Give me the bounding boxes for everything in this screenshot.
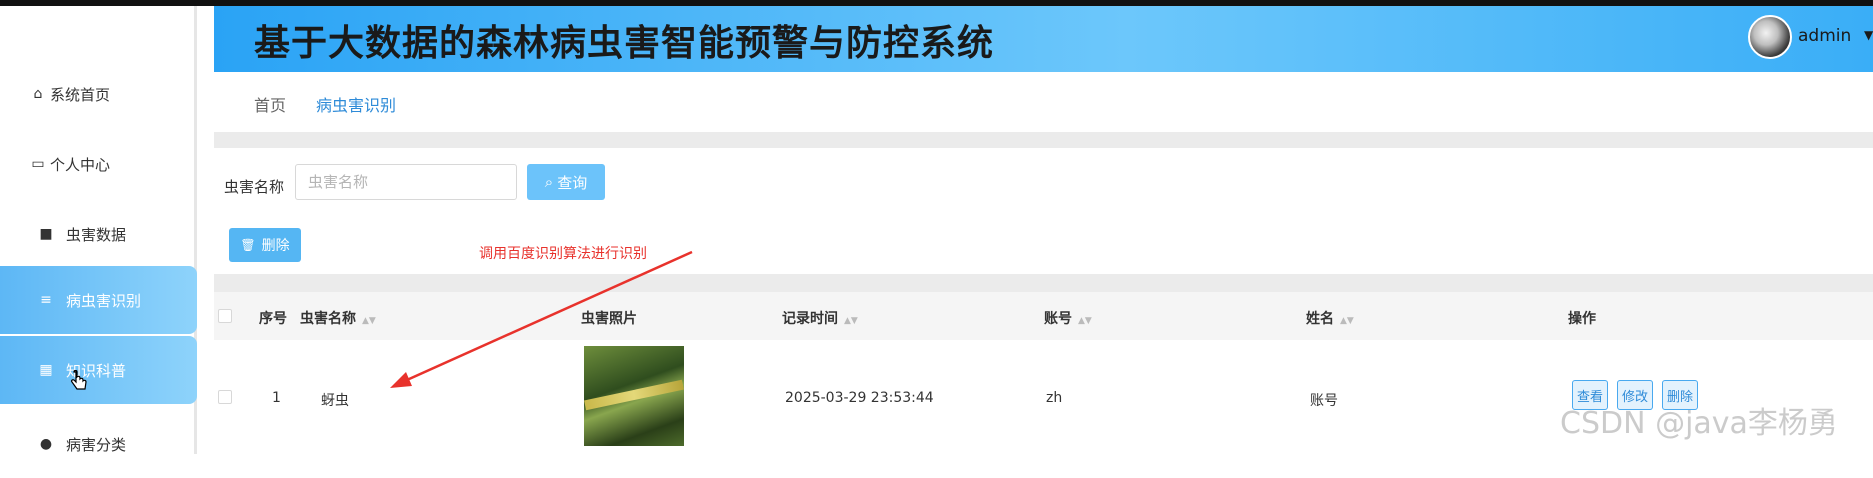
- sidebar-item-label: 病害分类: [66, 435, 127, 454]
- avatar[interactable]: [1748, 15, 1792, 59]
- cell-account: zh: [1046, 390, 1063, 406]
- search-button[interactable]: ⌕ 查询: [527, 164, 605, 200]
- delete-button-label: 删除: [261, 238, 290, 254]
- search-button-label: 查询: [557, 173, 588, 192]
- card-icon: ▭: [31, 156, 45, 172]
- sidebar-item-label: 系统首页: [50, 85, 111, 104]
- breadcrumb: 首页 病虫害识别: [214, 72, 1873, 132]
- breadcrumb-home[interactable]: 首页: [254, 92, 286, 116]
- list-icon: ≡: [40, 292, 52, 308]
- monitor-icon: ■: [39, 226, 53, 242]
- user-name[interactable]: admin: [1798, 26, 1851, 46]
- cell-time: 2025-03-29 23:53:44: [785, 390, 934, 406]
- caret-down-icon[interactable]: ▼: [1864, 28, 1873, 42]
- search-icon: ⌕: [544, 173, 554, 191]
- app-header: 基于大数据的森林病虫害智能预警与防控系统 admin ▼: [214, 6, 1873, 72]
- select-all-checkbox[interactable]: [218, 309, 232, 323]
- cell-name: 蚜虫: [321, 393, 349, 409]
- sidebar-item-pest-data[interactable]: ■ 虫害数据: [0, 200, 197, 268]
- column-header-name[interactable]: 虫害名称 ▲▼: [300, 308, 376, 328]
- column-header-realname[interactable]: 姓名 ▲▼: [1306, 308, 1354, 328]
- column-header-time[interactable]: 记录时间 ▲▼: [782, 308, 858, 328]
- watermark: CSDN @java李杨勇: [1560, 406, 1838, 441]
- search-label: 虫害名称: [224, 178, 285, 196]
- sidebar-item-recognition[interactable]: ≡ 病虫害识别: [0, 266, 197, 334]
- column-header: 操作: [1568, 311, 1596, 327]
- breadcrumb-current: 病虫害识别: [316, 96, 397, 115]
- column-header-account[interactable]: 账号 ▲▼: [1044, 308, 1092, 328]
- sort-icon: ▲▼: [1078, 316, 1092, 326]
- row-checkbox[interactable]: [218, 390, 232, 404]
- column-header: 序号: [259, 311, 287, 327]
- search-input[interactable]: [295, 164, 517, 200]
- sidebar-item-label: 病虫害识别: [66, 291, 142, 310]
- annotation-arrow: [390, 250, 693, 388]
- sidebar-item-knowledge[interactable]: ▦ 知识科普: [0, 336, 197, 404]
- annotation-text: 调用百度识别算法进行识别: [479, 246, 647, 262]
- cell-realname: 账号: [1310, 393, 1338, 409]
- sidebar-item-profile[interactable]: ▭ 个人中心: [0, 130, 197, 198]
- sort-icon: ▲▼: [362, 316, 376, 326]
- sidebar-item-home[interactable]: ⌂ 系统首页: [0, 60, 197, 128]
- grid-icon: ▦: [39, 362, 53, 378]
- cell-index: 1: [272, 390, 281, 406]
- pin-icon: ●: [39, 436, 53, 452]
- sidebar: ⌂ 系统首页 ▭ 个人中心 ■ 虫害数据 ≡ 病虫害识别 ▦ 知识科普 ● 病害…: [0, 6, 197, 454]
- hand-cursor-icon: [71, 370, 87, 390]
- sort-icon: ▲▼: [844, 316, 858, 326]
- sidebar-item-label: 虫害数据: [66, 225, 127, 244]
- trash-icon: 🗑: [240, 238, 256, 252]
- home-icon: ⌂: [33, 86, 43, 102]
- sidebar-item-label: 个人中心: [50, 155, 111, 174]
- sidebar-item-category[interactable]: ● 病害分类: [0, 410, 197, 478]
- sort-icon: ▲▼: [1340, 316, 1354, 326]
- app-title: 基于大数据的森林病虫害智能预警与防控系统: [254, 23, 995, 64]
- delete-button[interactable]: 🗑 删除: [229, 228, 301, 262]
